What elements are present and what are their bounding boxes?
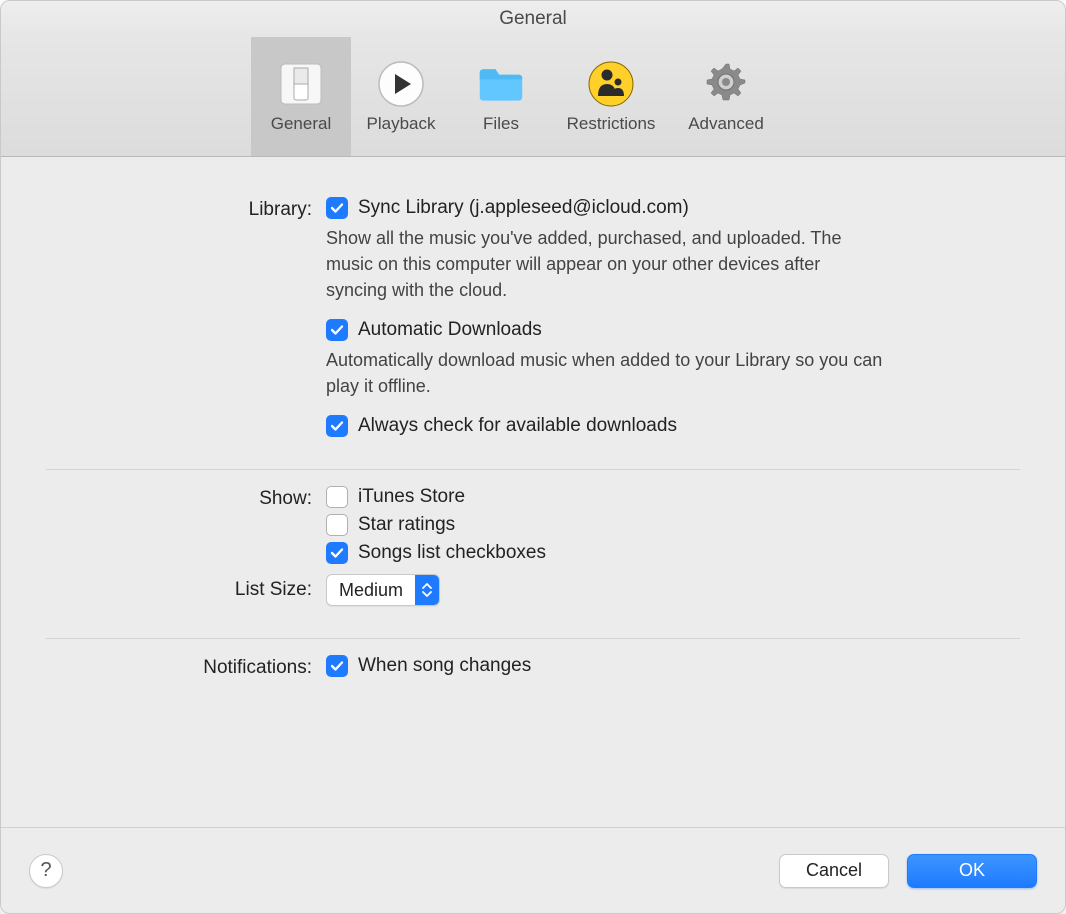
automatic-downloads-label: Automatic Downloads xyxy=(358,319,542,341)
preferences-content: Library: Sync Library (j.appleseed@iclou… xyxy=(1,157,1065,827)
sync-library-help: Show all the music you've added, purchas… xyxy=(326,225,886,303)
show-label: Show: xyxy=(46,486,326,510)
itunes-store-checkbox[interactable] xyxy=(326,486,348,508)
playback-icon xyxy=(377,60,425,108)
star-ratings-label: Star ratings xyxy=(358,514,455,536)
songs-list-checkboxes-label: Songs list checkboxes xyxy=(358,542,546,564)
always-check-downloads-label: Always check for available downloads xyxy=(358,415,677,437)
notifications-label: Notifications: xyxy=(46,655,326,679)
show-section: Show: iTunes Store Star ratings xyxy=(46,476,1020,632)
automatic-downloads-help: Automatically download music when added … xyxy=(326,347,886,399)
song-changes-checkbox[interactable] xyxy=(326,655,348,677)
help-button[interactable]: ? xyxy=(29,854,63,888)
ok-button[interactable]: OK xyxy=(907,854,1037,888)
preferences-toolbar: General Playback Files xyxy=(1,37,1065,157)
files-icon xyxy=(477,60,525,108)
cancel-button-label: Cancel xyxy=(806,860,862,881)
help-icon: ? xyxy=(40,859,51,882)
tab-label: Files xyxy=(483,114,519,134)
advanced-icon xyxy=(702,60,750,108)
tab-restrictions[interactable]: Restrictions xyxy=(551,37,671,156)
sync-library-checkbox[interactable] xyxy=(326,197,348,219)
cancel-button[interactable]: Cancel xyxy=(779,854,889,888)
song-changes-label: When song changes xyxy=(358,655,531,677)
section-divider xyxy=(46,469,1020,470)
star-ratings-checkbox[interactable] xyxy=(326,514,348,536)
tab-label: Playback xyxy=(367,114,436,134)
ok-button-label: OK xyxy=(959,860,985,881)
tab-general[interactable]: General xyxy=(251,37,351,156)
tab-label: Advanced xyxy=(688,114,764,134)
tab-label: Restrictions xyxy=(567,114,656,134)
tab-playback[interactable]: Playback xyxy=(351,37,451,156)
tab-advanced[interactable]: Advanced xyxy=(671,37,781,156)
itunes-store-label: iTunes Store xyxy=(358,486,465,508)
always-check-downloads-checkbox[interactable] xyxy=(326,415,348,437)
section-divider xyxy=(46,638,1020,639)
list-size-value: Medium xyxy=(327,580,415,601)
notifications-section: Notifications: When song changes xyxy=(46,645,1020,697)
chevron-up-down-icon xyxy=(415,575,439,605)
list-size-label: List Size: xyxy=(46,579,326,601)
tab-files[interactable]: Files xyxy=(451,37,551,156)
library-label: Library: xyxy=(46,197,326,221)
list-size-select[interactable]: Medium xyxy=(326,574,440,606)
automatic-downloads-checkbox[interactable] xyxy=(326,319,348,341)
sync-library-label: Sync Library (j.appleseed@icloud.com) xyxy=(358,197,689,219)
tab-label: General xyxy=(271,114,331,134)
library-section: Library: Sync Library (j.appleseed@iclou… xyxy=(46,187,1020,463)
preferences-window: General General Playback xyxy=(0,0,1066,914)
restrictions-icon xyxy=(587,60,635,108)
window-title: General xyxy=(1,1,1065,37)
general-icon xyxy=(277,60,325,108)
preferences-footer: ? Cancel OK xyxy=(1,827,1065,913)
songs-list-checkboxes-checkbox[interactable] xyxy=(326,542,348,564)
